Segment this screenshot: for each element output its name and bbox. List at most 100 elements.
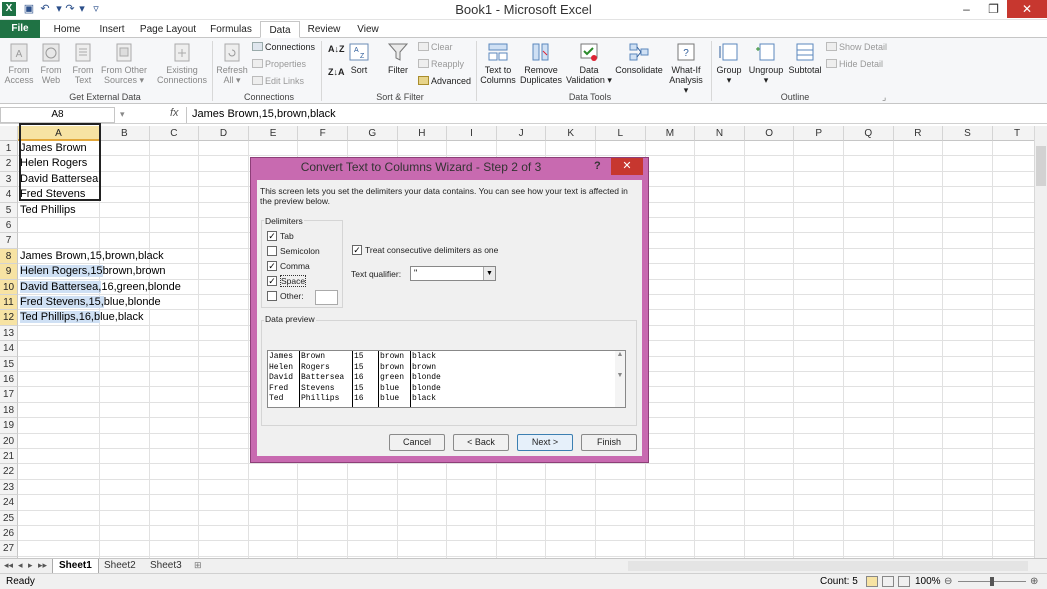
row-header-7[interactable]: 7 (0, 233, 18, 249)
tab-data[interactable]: Data (260, 21, 300, 38)
properties-button[interactable]: Properties (252, 59, 306, 70)
zoom-level[interactable]: 100% (915, 574, 941, 589)
filter-button[interactable]: Filter (384, 41, 412, 75)
consecutive-delimiters-checkbox[interactable]: ✓ (352, 245, 362, 255)
cell-a5[interactable]: Ted Phillips (20, 203, 76, 218)
subtotal-button[interactable]: Subtotal (786, 41, 824, 75)
row-header-10[interactable]: 10 (0, 279, 18, 295)
vertical-scrollbar[interactable] (1034, 126, 1047, 558)
clear-button[interactable]: Clear (418, 42, 453, 53)
tab-delimiter-checkbox[interactable]: ✓ (267, 231, 277, 241)
remove-duplicates-button[interactable]: Remove Duplicates (518, 41, 564, 85)
column-header-f[interactable]: F (298, 126, 348, 141)
refresh-all-button[interactable]: Refresh All ▾ (216, 41, 248, 85)
cell-a10[interactable]: David Battersea,16,green,blonde (20, 280, 181, 295)
row-header-5[interactable]: 5 (0, 202, 18, 218)
name-box-dropdown-icon[interactable]: ▾ (120, 109, 125, 120)
sheet-tab-2[interactable]: Sheet2 (98, 559, 142, 573)
column-header-m[interactable]: M (645, 126, 696, 141)
row-header-26[interactable]: 26 (0, 526, 18, 542)
column-header-c[interactable]: C (149, 126, 200, 141)
row-header-16[interactable]: 16 (0, 372, 18, 388)
page-break-view-icon[interactable] (898, 576, 910, 587)
text-to-columns-button[interactable]: Text to Columns (480, 41, 516, 85)
row-header-9[interactable]: 9 (0, 264, 18, 280)
other-delimiter-checkbox[interactable] (267, 291, 277, 301)
minimize-icon[interactable]: – (953, 0, 980, 18)
row-header-15[interactable]: 15 (0, 356, 18, 372)
row-header-6[interactable]: 6 (0, 218, 18, 234)
ungroup-button[interactable]: Ungroup ▾ (746, 41, 786, 85)
row-header-19[interactable]: 19 (0, 418, 18, 434)
what-if-analysis-button[interactable]: ? What-If Analysis ▾ (666, 41, 706, 95)
name-box[interactable]: A8 (0, 107, 115, 123)
comma-delimiter-checkbox[interactable]: ✓ (267, 261, 277, 271)
cell-a9[interactable]: Helen Rogers,15brown,brown (20, 264, 166, 279)
tab-insert[interactable]: Insert (92, 21, 132, 38)
edit-links-button[interactable]: Edit Links (252, 76, 304, 87)
sheet-nav-prev-icon[interactable]: ◂ (18, 560, 23, 571)
back-button[interactable]: < Back (453, 434, 509, 451)
row-header-8[interactable]: 8 (0, 248, 18, 265)
column-header-b[interactable]: B (100, 126, 150, 141)
normal-view-icon[interactable] (866, 576, 878, 587)
tab-view[interactable]: View (350, 21, 386, 38)
dialog-close-icon[interactable]: ✕ (611, 158, 643, 175)
sheet-nav-next-icon[interactable]: ▸ (28, 560, 33, 571)
column-header-h[interactable]: H (397, 126, 448, 141)
row-header-1[interactable]: 1 (0, 141, 18, 157)
sort-a-z-icon[interactable]: A↓Z (328, 44, 345, 55)
row-header-13[interactable]: 13 (0, 325, 18, 342)
text-qualifier-select[interactable]: " ▼ (410, 266, 496, 281)
sheet-nav-first-icon[interactable]: ◂◂ (4, 560, 13, 571)
sort-z-a-icon[interactable]: Z↓A (328, 67, 345, 78)
column-header-r[interactable]: R (893, 126, 944, 141)
tab-review[interactable]: Review (304, 21, 344, 38)
tab-file[interactable]: File (0, 20, 40, 38)
row-header-17[interactable]: 17 (0, 387, 18, 403)
row-header-20[interactable]: 20 (0, 433, 18, 449)
row-header-27[interactable]: 27 (0, 541, 18, 557)
select-all-corner[interactable] (0, 126, 18, 141)
from-other-sources-button[interactable]: From Other Sources ▾ (99, 41, 149, 85)
zoom-out-icon[interactable]: ⊖ (944, 574, 952, 589)
reapply-button[interactable]: Reapply (418, 59, 464, 70)
zoom-slider-thumb[interactable] (990, 577, 994, 586)
insert-sheet-icon[interactable]: ⊞ (194, 560, 202, 571)
column-header-k[interactable]: K (546, 126, 596, 141)
column-header-d[interactable]: D (199, 126, 249, 141)
column-header-g[interactable]: G (348, 126, 398, 141)
column-header-q[interactable]: Q (844, 126, 894, 141)
preview-scrollbar[interactable]: ▲ ▼ (615, 351, 625, 407)
close-icon[interactable]: ✕ (1007, 0, 1047, 18)
hide-detail-button[interactable]: Hide Detail (826, 59, 883, 70)
column-header-e[interactable]: E (248, 126, 299, 141)
connections-button[interactable]: Connections (252, 42, 315, 53)
from-text-button[interactable]: From Text (68, 41, 98, 85)
row-header-12[interactable]: 12 (0, 310, 18, 326)
from-access-button[interactable]: A From Access (2, 41, 36, 85)
show-detail-button[interactable]: Show Detail (826, 42, 887, 53)
row-header-4[interactable]: 4 (0, 187, 18, 203)
zoom-in-icon[interactable]: ⊕ (1030, 574, 1038, 589)
cell-a11[interactable]: Fred Stevens,15,blue,blonde (20, 295, 161, 310)
cell-a12[interactable]: Ted Phillips,16,blue,black (20, 310, 144, 325)
next-button[interactable]: Next > (517, 434, 573, 451)
other-delimiter-input[interactable] (315, 290, 338, 305)
group-button[interactable]: Group ▾ (714, 41, 744, 85)
consolidate-button[interactable]: Consolidate (614, 41, 664, 75)
data-validation-button[interactable]: Data Validation ▾ (566, 41, 612, 85)
sheet-tab-1[interactable]: Sheet1 (52, 559, 99, 573)
advanced-button[interactable]: Advanced (418, 76, 471, 87)
column-header-i[interactable]: I (447, 126, 497, 141)
row-header-21[interactable]: 21 (0, 449, 18, 465)
sheet-tab-3[interactable]: Sheet3 (144, 559, 188, 573)
column-header-p[interactable]: P (794, 126, 844, 141)
scrollbar-thumb[interactable] (1036, 146, 1046, 186)
sort-button[interactable]: AZ Sort (346, 41, 372, 75)
row-header-24[interactable]: 24 (0, 495, 18, 511)
row-header-23[interactable]: 23 (0, 479, 18, 496)
formula-input[interactable]: James Brown,15,brown,black (186, 107, 1047, 123)
data-preview[interactable]: ▲ ▼ James Brown 15 brown black Helen Rogers 15 br… (267, 350, 626, 408)
row-header-14[interactable]: 14 (0, 341, 18, 357)
